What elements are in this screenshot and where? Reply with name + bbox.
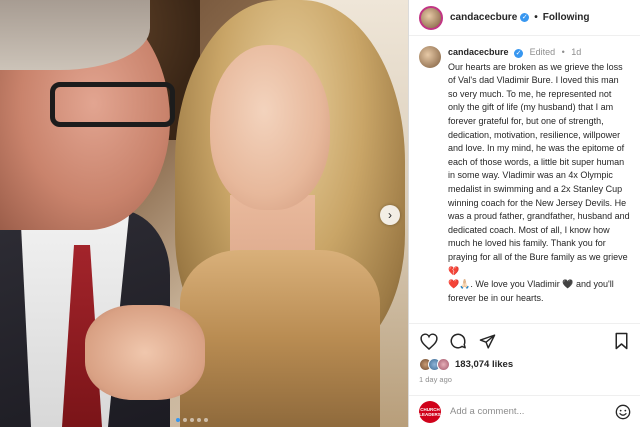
action-icons — [419, 330, 631, 352]
carousel-dot — [204, 418, 208, 422]
post-time[interactable]: 1 day ago — [419, 375, 631, 384]
chevron-right-icon[interactable]: › — [380, 205, 400, 225]
comment-bar: CHURCH LEADERS — [409, 395, 640, 427]
caption-avatar[interactable] — [419, 46, 441, 68]
caption-body: candacecbure ✓ Edited • 1d Our hearts ar… — [448, 46, 630, 318]
liker-avatar — [437, 357, 450, 371]
carousel-dot — [183, 418, 187, 422]
next-glyph: › — [388, 208, 392, 222]
action-bar: 183,074 likes 1 day ago — [409, 323, 640, 384]
post-header: candacecbure ✓ • Following — [409, 0, 640, 36]
post-panel: candacecbure ✓ • Following candacecbure … — [408, 0, 640, 427]
caption-time[interactable]: 1d — [571, 47, 581, 57]
carousel-dot — [197, 418, 201, 422]
caption-head: candacecbure ✓ Edited • 1d — [448, 46, 630, 60]
caption-separator: • — [561, 47, 565, 57]
caption-text-2: . We love you Vladimir — [470, 279, 563, 290]
photo-woman-face — [210, 45, 330, 210]
edited-label: Edited — [529, 47, 556, 57]
verified-icon: ✓ — [520, 13, 530, 22]
heart-pray-emoji: ❤️🙏🏻 — [448, 279, 471, 290]
emoji-icon[interactable] — [615, 404, 631, 420]
likes-count[interactable]: 183,074 likes — [455, 359, 513, 370]
verified-icon: ✓ — [514, 49, 524, 58]
post-photo[interactable]: › — [0, 0, 408, 427]
carousel-dot — [176, 418, 180, 422]
carousel-dot — [190, 418, 194, 422]
photo-man-glasses — [50, 82, 175, 127]
avatar[interactable] — [419, 5, 443, 30]
share-icon[interactable] — [477, 331, 497, 351]
caption-text: Our hearts are broken as we grieve the l… — [448, 61, 630, 262]
photo-woman-dress — [180, 250, 380, 427]
comment-input[interactable] — [450, 406, 615, 417]
bookmark-icon[interactable] — [611, 331, 631, 351]
likes-row: 183,074 likes — [419, 356, 631, 372]
caption: candacecbure ✓ Edited • 1d Our hearts ar… — [409, 36, 640, 318]
photo-hands — [85, 305, 205, 400]
username[interactable]: candacecbure — [450, 12, 517, 23]
following-button[interactable]: Following — [543, 12, 590, 23]
black-heart-emoji: 🖤 — [562, 279, 574, 290]
comment-avatar: CHURCH LEADERS — [419, 400, 441, 423]
heart-icon[interactable] — [419, 331, 439, 351]
follow-separator: • — [534, 12, 538, 23]
broken-heart-emoji: 💔 — [448, 265, 460, 276]
comment-icon[interactable] — [448, 331, 468, 351]
caption-username[interactable]: candacecbure — [448, 47, 509, 57]
carousel-dots — [176, 418, 208, 422]
